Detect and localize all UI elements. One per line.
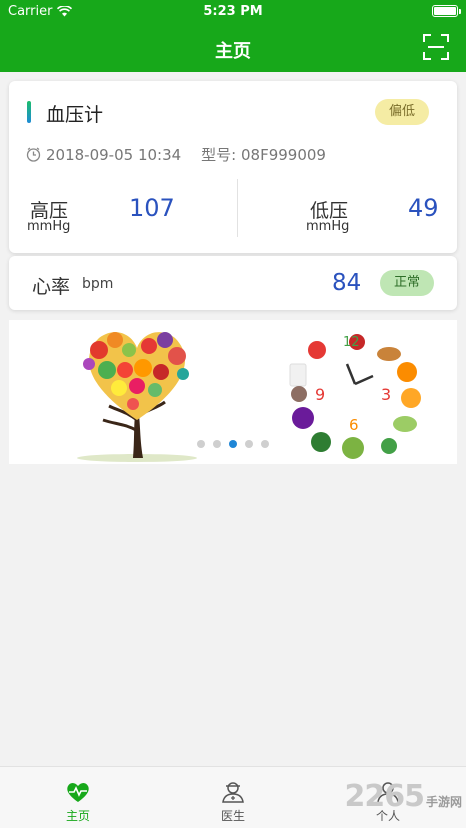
tab-home[interactable]: 主页 bbox=[28, 767, 128, 828]
svg-text:6: 6 bbox=[349, 416, 359, 434]
carousel-pagination[interactable] bbox=[197, 440, 269, 448]
fruit-clock-image: 12 3 6 9 bbox=[289, 334, 421, 459]
page-dot[interactable] bbox=[197, 440, 205, 448]
page-title: 主页 bbox=[215, 41, 251, 62]
status-time: 5:23 PM bbox=[203, 4, 263, 19]
svg-text:12: 12 bbox=[343, 335, 360, 350]
measurement-meta: 2018-09-05 10:34 型号: 08F999009 bbox=[26, 144, 326, 165]
heart-rate-card[interactable]: 心率 bpm 84 正常 bbox=[9, 256, 457, 310]
battery-icon bbox=[432, 5, 461, 17]
heart-pulse-icon bbox=[67, 783, 89, 802]
doctor-icon bbox=[222, 782, 244, 803]
tab-label: 主页 bbox=[65, 809, 90, 823]
tab-doctor[interactable]: 医生 bbox=[183, 767, 283, 828]
title-accent-bar bbox=[27, 101, 31, 123]
page-dot[interactable] bbox=[245, 440, 253, 448]
high-pressure-unit: mmHg bbox=[27, 219, 71, 234]
scan-icon[interactable] bbox=[423, 34, 449, 60]
page-dot[interactable] bbox=[261, 440, 269, 448]
heart-rate-status-badge: 正常 bbox=[380, 270, 434, 296]
page-dot-active[interactable] bbox=[229, 440, 237, 448]
measurement-datetime: 2018-09-05 10:34 bbox=[46, 145, 182, 164]
device-model: 型号: 08F999009 bbox=[201, 146, 326, 164]
status-bar: Carrier 5:23 PM bbox=[0, 0, 466, 24]
blood-pressure-card[interactable]: 血压计 偏低 2018-09-05 10:34 型号: 08F999009 高压… bbox=[9, 81, 457, 253]
low-pressure-unit: mmHg bbox=[306, 219, 350, 234]
divider bbox=[237, 179, 238, 237]
tab-bar: 主页 医生 个人 2265 手游网 bbox=[0, 766, 466, 828]
svg-text:3: 3 bbox=[381, 385, 391, 404]
tab-label: 医生 bbox=[220, 809, 245, 823]
watermark-sub: 手游网 bbox=[425, 795, 462, 809]
top-bar: Carrier 5:23 PM 主页 bbox=[0, 0, 466, 72]
watermark: 2265 手游网 bbox=[344, 779, 462, 814]
svg-text:9: 9 bbox=[315, 385, 325, 404]
heart-rate-label: 心率 bbox=[32, 276, 71, 298]
high-pressure-value: 107 bbox=[129, 194, 175, 222]
heart-rate-unit: bpm bbox=[82, 276, 114, 292]
status-badge: 偏低 bbox=[375, 99, 429, 125]
low-pressure-value: 49 bbox=[408, 194, 439, 222]
clock-icon bbox=[26, 147, 41, 162]
watermark-number: 2265 bbox=[344, 779, 424, 814]
heart-rate-value: 84 bbox=[332, 270, 362, 296]
card-title: 血压计 bbox=[46, 104, 104, 126]
banner-carousel[interactable]: 12 3 6 9 bbox=[9, 320, 457, 464]
page-dot[interactable] bbox=[213, 440, 221, 448]
